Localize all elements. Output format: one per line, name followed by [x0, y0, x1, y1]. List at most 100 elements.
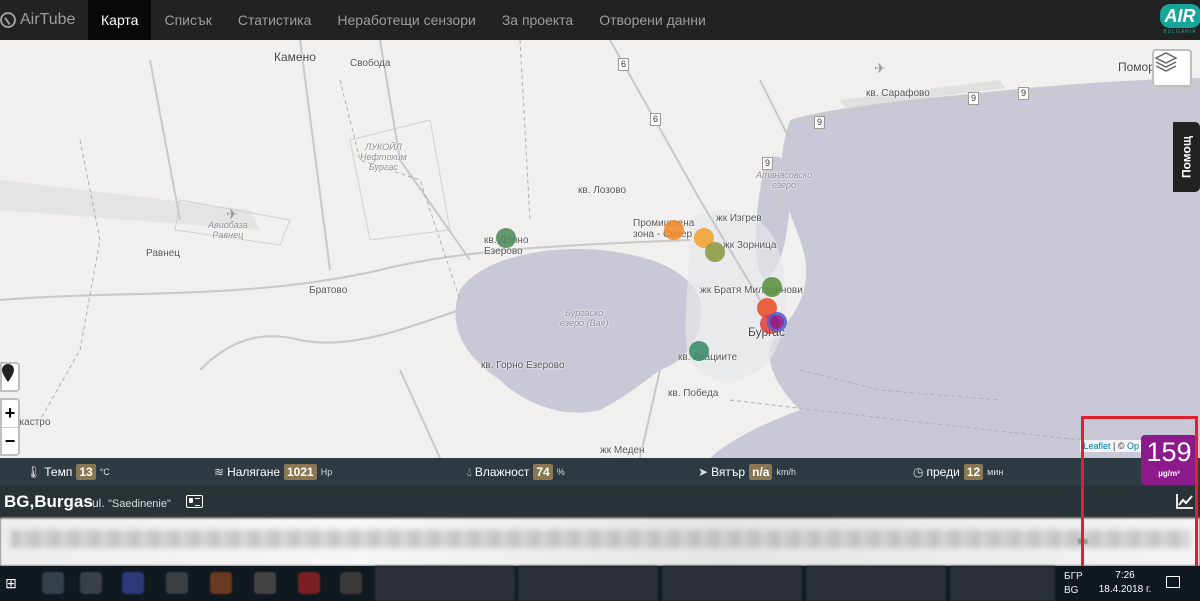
road-shield-9: 9 — [1018, 87, 1030, 100]
app-icon[interactable] — [80, 572, 102, 594]
wind-value: n/a — [749, 464, 773, 480]
top-navbar: AirTube Карта Списък Статистика Неработе… — [0, 0, 1200, 40]
pressure-unit: Hp — [320, 467, 333, 477]
windows-start-icon[interactable]: ⊞ — [0, 566, 22, 601]
label-ravnets: Равнец — [146, 248, 181, 259]
ago-label: преди — [926, 465, 960, 479]
logo-subtitle: BULGARIA — [1163, 28, 1197, 35]
nav-broken-sensors[interactable]: Неработещи сензори — [324, 0, 488, 40]
layers-button[interactable] — [1152, 49, 1192, 87]
line-chart-icon[interactable] — [1176, 493, 1194, 509]
location-bar: BG,Burgas ul. "Saedinenie" — [0, 486, 1200, 518]
ago-unit: мин — [987, 467, 1004, 477]
nav-list[interactable]: Списък — [151, 0, 224, 40]
label-bratovo: Братово — [309, 285, 348, 296]
taskbar-window[interactable] — [950, 566, 1055, 601]
pm-unit: µg/m³ — [1158, 469, 1180, 478]
brand[interactable]: AirTube — [0, 0, 88, 40]
temp-label: Темп — [44, 465, 73, 479]
pm-value-badge[interactable]: 159 µg/m³ — [1141, 435, 1197, 485]
street-prefix: ul. — [92, 496, 105, 510]
pressure-label: Налягане — [227, 465, 280, 479]
leaflet-link[interactable]: Leaflet — [1083, 441, 1110, 451]
airtube-logo-icon — [0, 12, 16, 28]
sensor-marker-selected[interactable] — [767, 312, 787, 332]
app-icon[interactable] — [122, 572, 144, 594]
label-atanasovsko: Атанасовско езеро — [756, 170, 813, 190]
nav-statistics[interactable]: Статистика — [225, 0, 325, 40]
humidity-label: Влажност — [474, 465, 530, 479]
clock-icon: ◷ — [913, 465, 924, 479]
label-gorno-ezerovo: кв. Горно Езерово — [481, 360, 565, 371]
nav-map[interactable]: Карта — [88, 0, 152, 40]
help-tab[interactable]: Помощ — [1173, 122, 1200, 192]
sensor-stats-bar: 🌡︎ Темп 13 °C ≋ Налягане 1021 Hp 💧︎ Влаж… — [0, 458, 1200, 486]
app-icon[interactable] — [254, 572, 276, 594]
osm-link[interactable]: Op — [1127, 441, 1139, 451]
street-name: "Saedinenie" — [108, 498, 171, 510]
blurred-content-strip: ва — [0, 518, 1200, 566]
pressure-value: 1021 — [284, 464, 317, 480]
notification-icon[interactable] — [1166, 576, 1180, 588]
brand-name: AirTube — [20, 11, 76, 28]
blurred-text: ва — [1078, 536, 1088, 546]
ago-value: 12 — [963, 464, 984, 480]
road-shield-6: 6 — [618, 58, 630, 71]
stat-wind: ➤ Вятър n/a km/h — [698, 464, 796, 480]
locate-button[interactable] — [0, 362, 20, 392]
pm-value: 159 — [1146, 437, 1192, 467]
taskbar-window[interactable] — [375, 566, 515, 601]
location-city: BG,Burgas — [4, 492, 93, 511]
nav-open-data[interactable]: Отворени данни — [586, 0, 719, 40]
taskbar-window[interactable] — [662, 566, 802, 601]
label-zornitsa: жк Зорница — [723, 240, 777, 251]
label-avio: Авиобаза Равнец — [208, 220, 248, 240]
map-attribution: Leaflet | © Op — [1080, 440, 1142, 452]
taskbar-window[interactable] — [806, 566, 946, 601]
sensor-marker-dolno-ezerovo[interactable] — [496, 228, 516, 248]
stat-humidity: 💧︎ Влажност 74 % — [467, 464, 565, 480]
map-pin-icon — [2, 364, 14, 382]
airport-icon: ✈ — [874, 60, 886, 76]
app-icon[interactable] — [340, 572, 362, 594]
taskbar-window[interactable] — [518, 566, 658, 601]
label-burgasko-ezero: Бургаско езеро (Вая) — [560, 308, 609, 328]
sensor-marker-promishlena-1[interactable] — [664, 220, 684, 240]
label-kameno: Камено — [274, 50, 316, 64]
road-shield-9: 9 — [814, 116, 826, 129]
taskbar-clock[interactable]: 7:26 18.4.2018 г. — [1090, 569, 1160, 597]
road-shield-9: 9 — [762, 157, 774, 170]
temp-unit: °C — [99, 467, 110, 477]
app-icon[interactable] — [166, 572, 188, 594]
sensor-marker-zornitsa[interactable] — [705, 242, 725, 262]
location-street: ul. "Saedinenie" — [92, 496, 171, 510]
stat-updated: ◷ преди 12 мин — [913, 464, 1003, 480]
label-izgrev: жк Изгрев — [716, 213, 762, 224]
thermometer-icon: 🌡︎ — [26, 465, 42, 479]
nav-about[interactable]: За проекта — [489, 0, 586, 40]
stat-temperature: 🌡︎ Темп 13 °C — [26, 464, 110, 480]
send-icon: ➤ — [698, 465, 709, 479]
air-bulgaria-logo[interactable]: AIR BULGARIA — [1159, 0, 1200, 38]
label-bratya: жк Братя Миладинови — [700, 285, 803, 296]
map-view[interactable]: Камено Свобода ЛУКОЙЛ Нефтохим Бургас кв… — [0, 40, 1200, 458]
label-sarafovo: кв. Сарафово — [866, 88, 930, 99]
sensor-marker-bratya[interactable] — [762, 277, 782, 297]
app-icon[interactable] — [210, 572, 232, 594]
attribution-separator: | © — [1110, 441, 1127, 451]
humidity-value: 74 — [533, 464, 553, 480]
keyboard-language[interactable]: БГР BG — [1064, 570, 1083, 598]
zoom-in-button[interactable]: + — [2, 400, 18, 427]
sensor-marker-akatsii[interactable] — [689, 341, 709, 361]
app-icon[interactable] — [42, 572, 64, 594]
clock-time: 7:26 — [1115, 570, 1135, 581]
layers-icon — [1154, 52, 1178, 72]
airport-icon: ✈ — [226, 206, 238, 222]
id-card-icon[interactable] — [186, 495, 203, 508]
label-meden: жк Меден рудник — [600, 445, 645, 458]
clock-date: 18.4.2018 г. — [1098, 584, 1152, 595]
app-icon[interactable] — [298, 572, 320, 594]
label-pomorie: Помор — [1118, 60, 1155, 74]
droplet-icon: 💧︎ — [467, 464, 472, 479]
zoom-out-button[interactable]: − — [2, 427, 18, 454]
